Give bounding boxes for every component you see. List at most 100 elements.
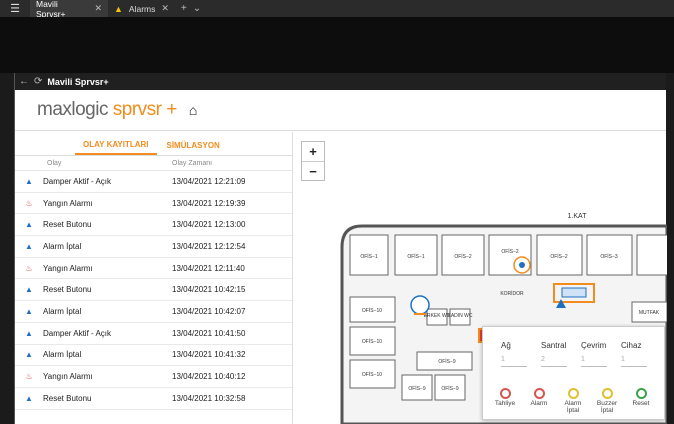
event-name: Reset Butonu xyxy=(43,220,92,230)
alarm-cancel-button[interactable]: Alarm İptal xyxy=(559,388,587,415)
event-time: 13/04/2021 10:41:50 xyxy=(172,328,246,338)
divider xyxy=(15,130,666,131)
alarm-sounder-icon[interactable] xyxy=(410,295,430,315)
event-name: Alarm İptal xyxy=(43,241,82,251)
tab-olay-kayitlari[interactable]: OLAY KAYITLARI xyxy=(75,140,157,155)
event-time: 13/04/2021 12:13:00 xyxy=(172,220,246,230)
room-label: OFİS−2 xyxy=(454,253,472,260)
event-name: Alarm İptal xyxy=(43,350,82,360)
zoom-in-button[interactable]: + xyxy=(302,142,324,161)
network-field[interactable]: Ağ 1 xyxy=(501,341,527,367)
buzzer-cancel-button[interactable]: Buzzer İptal xyxy=(593,388,621,415)
home-icon[interactable]: ⌂ xyxy=(189,102,197,118)
event-time: 13/04/2021 10:40:12 xyxy=(172,372,246,382)
table-row[interactable]: ♨ Yangın Alarmı 13/04/2021 12:19:39 xyxy=(15,193,292,215)
tab-mavili[interactable]: Mavili Sprvsr+ ✕ xyxy=(30,0,108,19)
app-title: Mavili Sprvsr+ xyxy=(47,76,109,87)
back-icon[interactable]: ← xyxy=(19,76,29,87)
close-icon[interactable]: ✕ xyxy=(161,3,169,14)
info-triangle-icon: ▲ xyxy=(25,350,33,360)
action-buttons: Tahliye Alarm Alarm İptal Buzzer İptal R… xyxy=(491,388,655,415)
refresh-icon[interactable]: ⟳ xyxy=(34,76,42,87)
central-field[interactable]: Santral 2 xyxy=(541,341,567,367)
new-tab-icon[interactable]: + xyxy=(181,3,187,14)
zoom-out-button[interactable]: − xyxy=(302,161,324,180)
smoke-detector-icon[interactable] xyxy=(513,256,531,274)
tab-label: Mavili Sprvsr+ xyxy=(36,0,66,19)
info-triangle-icon: ▲ xyxy=(25,220,33,230)
button-label: Tahliye xyxy=(494,400,516,408)
window-background xyxy=(0,17,674,73)
button-label: Reset xyxy=(632,400,650,408)
table-row[interactable]: ♨ Yangın Alarmı 13/04/2021 12:11:40 xyxy=(15,258,292,280)
damper-icon[interactable] xyxy=(561,287,587,298)
field-value[interactable]: 2 xyxy=(541,356,567,367)
field-value[interactable]: 1 xyxy=(621,356,647,367)
event-time: 13/04/2021 12:19:39 xyxy=(172,198,246,208)
table-header: Olay Olay Zamanı xyxy=(15,156,292,171)
table-row[interactable]: ▲ Reset Butonu 13/04/2021 10:42:15 xyxy=(15,279,292,302)
event-name: Reset Butonu xyxy=(43,393,92,403)
event-name: Damper Aktif - Açık xyxy=(43,328,112,338)
field-label: Santral xyxy=(541,341,567,350)
button-label: Alarm İptal xyxy=(564,400,582,415)
table-row[interactable]: ▲ Reset Butonu 13/04/2021 10:32:58 xyxy=(15,388,292,410)
event-name: Yangın Alarmı xyxy=(43,198,93,208)
fire-icon: ♨ xyxy=(25,198,33,208)
brand-header: maxlogic sprvsr + ⌂ xyxy=(15,90,666,130)
room-label: MUTFAK xyxy=(639,310,660,316)
table-row[interactable]: ▲ Alarm İptal 13/04/2021 10:42:07 xyxy=(15,301,292,323)
close-icon[interactable]: ✕ xyxy=(94,3,102,14)
brand-logo: maxlogic sprvsr + xyxy=(37,99,177,120)
room-label: OFİS−2 xyxy=(501,248,519,255)
field-label: Cihaz xyxy=(621,341,642,350)
tab-label: Alarms xyxy=(128,3,156,14)
room-label: OFİS−10 xyxy=(362,307,382,314)
alarm-button[interactable]: Alarm xyxy=(525,388,553,415)
info-triangle-icon: ▲ xyxy=(25,241,33,251)
browser-tabbar: ☰ Mavili Sprvsr+ ✕ ▲ Alarms ✕ + ⌄ xyxy=(0,0,674,19)
device-control-panel: Ağ 1 Santral 2 Çevrim 1 Cihaz 1 Tahliye Alar… xyxy=(482,326,665,420)
tab-simulasyon[interactable]: SİMÜLASYON xyxy=(167,141,220,155)
event-time: 13/04/2021 10:42:07 xyxy=(172,306,246,316)
table-row[interactable]: ▲ Damper Aktif - Açık 13/04/2021 12:21:09 xyxy=(15,171,292,193)
menu-icon[interactable]: ☰ xyxy=(0,0,30,17)
zoom-control: + − xyxy=(301,141,325,181)
room-label: OFİS−1 xyxy=(360,253,378,260)
info-triangle-icon: ▲ xyxy=(25,306,33,316)
table-row[interactable]: ▲ Reset Butonu 13/04/2021 12:13:00 xyxy=(15,214,292,237)
warning-icon: ▲ xyxy=(114,3,123,14)
evacuate-button[interactable]: Tahliye xyxy=(491,388,519,415)
room-label: OFİS−10 xyxy=(362,338,382,345)
table-row[interactable]: ♨ Yangın Alarmı 13/04/2021 10:40:12 xyxy=(15,366,292,388)
table-row[interactable]: ▲ Damper Aktif - Açık 13/04/2021 10:41:50 xyxy=(15,323,292,345)
table-row[interactable]: ▲ Alarm İptal 13/04/2021 10:41:32 xyxy=(15,345,292,367)
room-label: OFİS−9 xyxy=(438,358,456,365)
button-label: Alarm xyxy=(530,400,548,408)
field-value[interactable]: 1 xyxy=(501,356,527,367)
event-name: Reset Butonu xyxy=(43,285,92,295)
device-field[interactable]: Cihaz 1 xyxy=(621,341,647,367)
table-row[interactable]: ▲ Alarm İptal 13/04/2021 12:12:54 xyxy=(15,236,292,258)
reset-button[interactable]: Reset xyxy=(627,388,655,415)
event-time: 13/04/2021 12:12:54 xyxy=(172,241,246,251)
loop-field[interactable]: Çevrim 1 xyxy=(581,341,607,367)
circle-icon xyxy=(567,388,579,400)
panel-tabs: OLAY KAYITLARI SİMÜLASYON xyxy=(15,132,292,156)
address-fields: Ağ 1 Santral 2 Çevrim 1 Cihaz 1 xyxy=(483,327,664,367)
fire-icon: ♨ xyxy=(25,263,33,273)
circle-icon xyxy=(635,388,647,400)
room-label: OFİS−1 xyxy=(407,253,425,260)
tab-alarms[interactable]: ▲ Alarms ✕ xyxy=(108,0,175,17)
chevron-down-icon[interactable]: ⌄ xyxy=(193,3,201,14)
event-name: Yangın Alarmı xyxy=(43,372,93,382)
event-name: Alarm İptal xyxy=(43,306,82,316)
event-list: ▲ Damper Aktif - Açık 13/04/2021 12:21:09 ♨… xyxy=(15,171,292,410)
field-label: Ağ xyxy=(501,341,511,350)
field-value[interactable]: 1 xyxy=(581,356,607,367)
circle-icon xyxy=(499,388,511,400)
button-label: Buzzer İptal xyxy=(596,400,618,415)
event-time: 13/04/2021 12:11:40 xyxy=(172,263,245,273)
room-label: OFİS−9 xyxy=(408,385,426,392)
column-time: Olay Zamanı xyxy=(172,159,213,167)
